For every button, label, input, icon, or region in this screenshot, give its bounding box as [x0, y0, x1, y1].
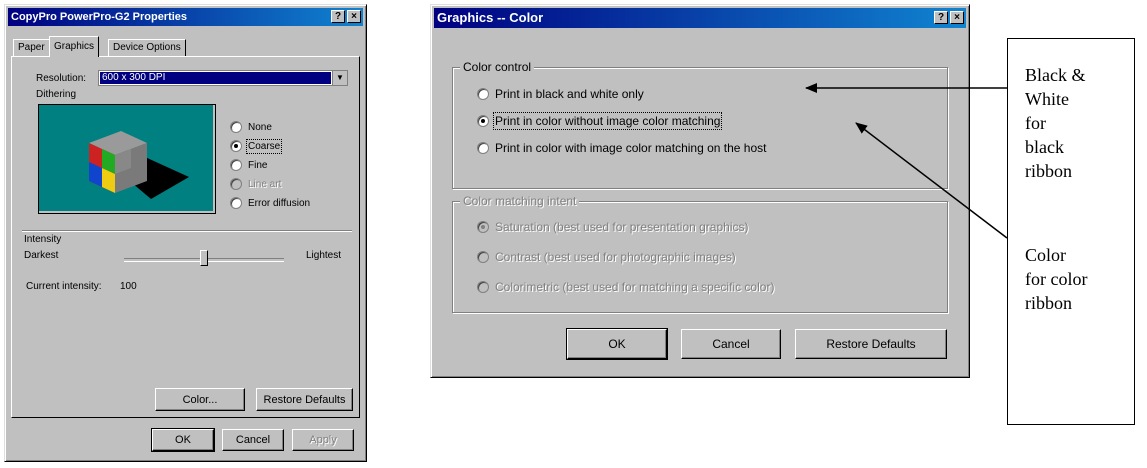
annotation-arrows [805, 83, 1008, 239]
note-line: ribbon [1025, 293, 1072, 313]
note-line: White [1025, 89, 1069, 109]
arrow-color [855, 122, 1008, 239]
note-line: Color [1025, 245, 1067, 265]
note-line: black [1025, 137, 1064, 157]
note-line: for [1025, 113, 1046, 133]
note-line: for color [1025, 269, 1088, 289]
tab-graphics[interactable]: Graphics [49, 36, 100, 57]
black-white-note: Black & White for black ribbon [1025, 63, 1130, 183]
note-line: Black & [1025, 65, 1086, 85]
note-line: ribbon [1025, 161, 1072, 181]
color-note: Color for color ribbon [1025, 243, 1130, 315]
annotation-box: Black & White for black ribbon Color for… [1007, 38, 1135, 425]
